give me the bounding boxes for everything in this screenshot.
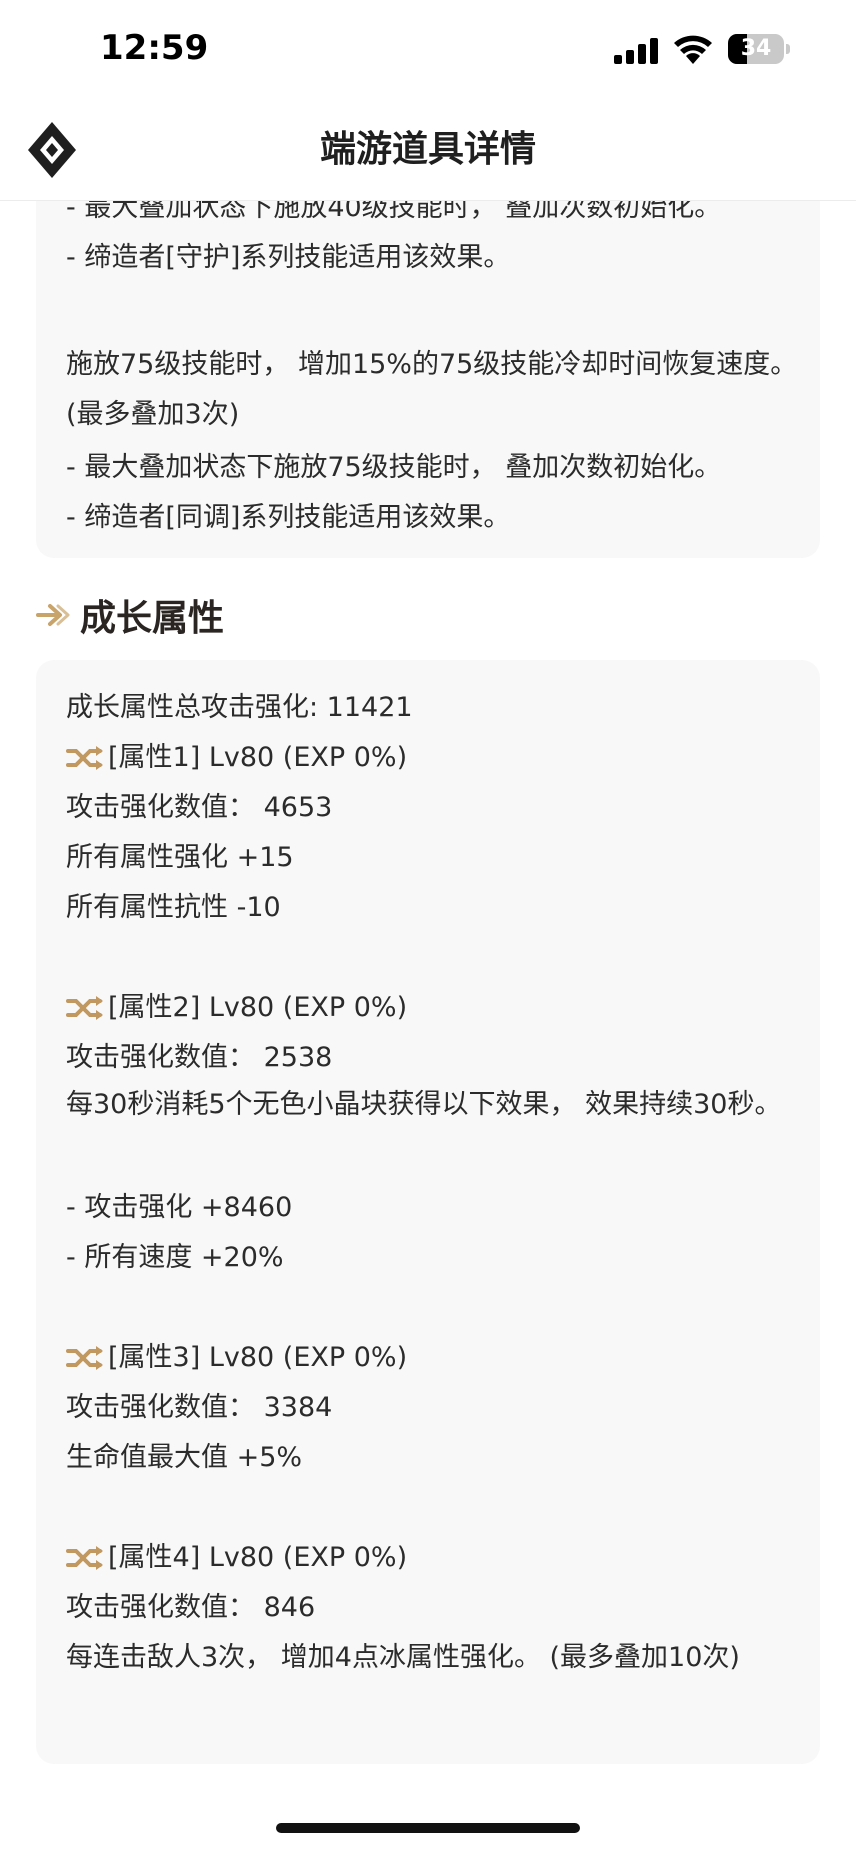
home-indicator[interactable] [276,1823,580,1833]
property-line: 攻击强化数值： 2538 [66,1042,333,1073]
effect-card: - 最大叠加状态下施放40级技能时， 叠加次数初始化。 - 缔造者[守护]系列技… [36,160,820,558]
section-label: 成长属性 [80,598,225,639]
wifi-icon [674,35,712,64]
property-header: [属性4] Lv80 (EXP 0%) [66,1540,806,1576]
property-title: [属性1] Lv80 (EXP 0%) [108,742,408,773]
property-line: 每连击敌人3次， 增加4点冰属性强化。 (最多叠加10次) [66,1642,740,1673]
property-title: [属性3] Lv80 (EXP 0%) [108,1342,408,1373]
property-header: [属性3] Lv80 (EXP 0%) [66,1340,806,1376]
battery-level: 34 [740,36,772,61]
property-line: - 攻击强化 +8460 [66,1192,293,1223]
battery-icon: 34 [728,34,792,66]
growth-total: 成长属性总攻击强化: 11421 [66,692,413,723]
property-header: [属性1] Lv80 (EXP 0%) [66,740,806,776]
signal-icon [614,38,658,64]
property-line: 攻击强化数值： 846 [66,1592,316,1623]
status-time: 12:59 [100,28,209,68]
property-line: 攻击强化数值： 4653 [66,792,333,823]
property-header: [属性2] Lv80 (EXP 0%) [66,990,806,1026]
effect-line: 施放75级技能时， 增加15%的75级技能冷却时间恢复速度。 (最多叠加3次) [66,349,798,430]
effect-line: - 缔造者[守护]系列技能适用该效果。 [66,242,511,273]
section-title: 成长属性 [36,590,224,640]
growth-card: 成长属性总攻击强化: 11421 [属性1] Lv80 (EXP 0%) 攻击强… [36,660,820,1764]
effect-line: - 最大叠加状态下施放75级技能时， 叠加次数初始化。 [66,452,722,483]
property-line: 攻击强化数值： 3384 [66,1392,333,1423]
page: 12:59 34 端游道具详情 - 最大叠加状态下施放40级技能时， 叠加次数初… [0,0,856,1852]
property-title: [属性4] Lv80 (EXP 0%) [108,1542,408,1573]
shuffle-icon [66,1346,103,1370]
effect-line: - 缔造者[同调]系列技能适用该效果。 [66,502,511,533]
page-title: 端游道具详情 [319,129,536,170]
property-line: 每30秒消耗5个无色小晶块获得以下效果， 效果持续30秒。 [66,1089,782,1120]
property-line: - 所有速度 +20% [66,1242,284,1273]
property-line: 所有属性抗性 -10 [66,892,281,923]
property-line: 所有属性强化 +15 [66,842,294,873]
property-line: 生命值最大值 +5% [66,1442,303,1473]
status-bar: 12:59 34 [0,0,856,100]
double-arrow-icon [36,604,70,626]
shuffle-icon [66,996,103,1020]
header: 端游道具详情 [0,100,856,201]
shuffle-icon [66,746,103,770]
shuffle-icon [66,1546,103,1570]
property-title: [属性2] Lv80 (EXP 0%) [108,992,408,1023]
